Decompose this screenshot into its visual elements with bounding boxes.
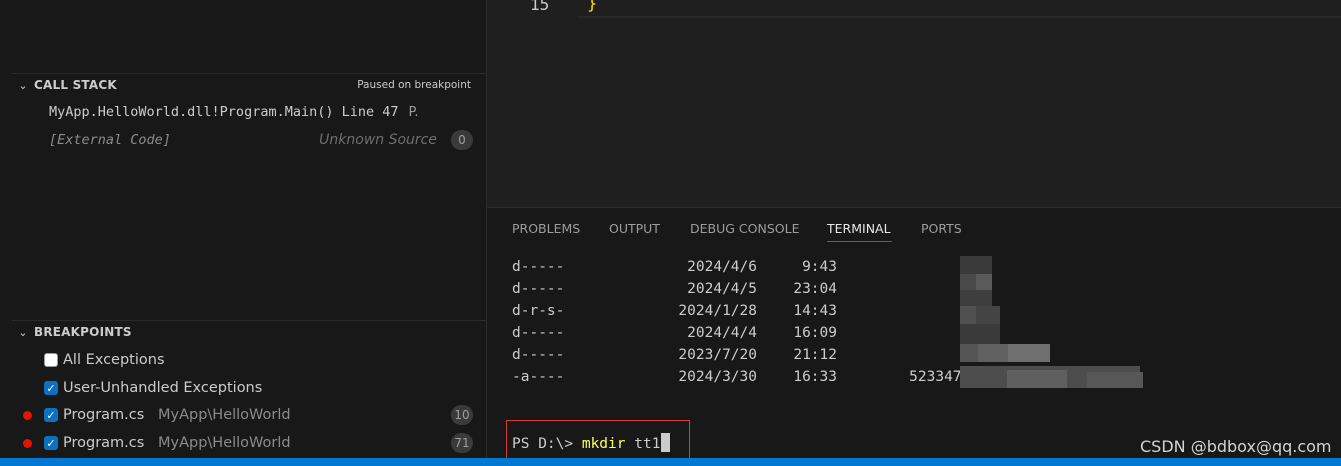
debug-sidebar: ⌄ CALL STACK Paused on breakpoint MyApp.… — [12, 0, 487, 458]
breakpoint-label: User-Unhandled Exceptions — [63, 380, 263, 396]
terminal-row: -a---- 2024/3/30 16:33 52334786 — [512, 369, 979, 385]
chevron-down-icon: ⌄ — [18, 78, 28, 92]
terminal-prompt-line[interactable]: PS D:\> mkdir tt1 — [512, 433, 671, 452]
prompt-path: PS D:\> — [512, 436, 574, 452]
terminal-row: d----- 2024/4/4 16:09 — [512, 325, 837, 341]
breakpoint-line-badge: 71 — [451, 433, 473, 453]
breakpoint-dot-icon — [23, 410, 32, 420]
current-line-highlight — [577, 16, 1341, 18]
panel-tabs: PROBLEMS OUTPUT DEBUG CONSOLE TERMINAL P… — [487, 208, 1341, 244]
tab-ports[interactable]: PORTS — [921, 221, 962, 236]
breakpoint-file: Program.cs — [63, 407, 145, 423]
checkbox-checked-icon[interactable]: ✓ — [44, 436, 58, 450]
call-stack-title: CALL STACK — [34, 78, 117, 92]
tab-output[interactable]: OUTPUT — [609, 221, 660, 236]
stack-frame-name: [External Code] — [49, 132, 171, 148]
breakpoint-all-exceptions[interactable]: All Exceptions — [12, 347, 486, 373]
tab-debug-console[interactable]: DEBUG CONSOLE — [690, 221, 799, 236]
active-tab-indicator — [827, 241, 892, 242]
terminal-row: d----- 2024/4/5 23:04 — [512, 281, 837, 297]
frame-count-badge: 0 — [451, 130, 473, 150]
text-cursor — [661, 433, 671, 452]
stack-frame-external[interactable]: [External Code] Unknown Source 0 — [49, 128, 473, 152]
tab-problems[interactable]: PROBLEMS — [512, 221, 580, 236]
breakpoint-file: Program.cs — [63, 435, 145, 451]
chevron-down-icon: ⌄ — [18, 325, 28, 339]
terminal-row: d-r-s- 2024/1/28 14:43 — [512, 303, 837, 319]
breakpoints-title: BREAKPOINTS — [34, 325, 132, 339]
command-name: mkdir — [581, 436, 626, 452]
line-number: 15 — [530, 0, 550, 14]
terminal-row: d----- 2024/4/6 9:43 — [512, 259, 837, 275]
checkbox-checked-icon[interactable]: ✓ — [44, 408, 58, 422]
breakpoints-header[interactable]: ⌄ BREAKPOINTS — [12, 320, 486, 343]
stack-frame[interactable]: MyApp.HelloWorld.dll!Program.Main() Line… — [49, 100, 473, 124]
code-line: } — [587, 0, 598, 14]
breakpoint-line-badge: 10 — [451, 405, 473, 425]
breakpoint-program-1[interactable]: ✓ Program.cs MyApp\HelloWorld 10 — [12, 402, 486, 428]
breakpoint-path: MyApp\HelloWorld — [158, 435, 291, 451]
code-editor[interactable]: 15 } — [487, 0, 1341, 207]
call-stack-header[interactable]: ⌄ CALL STACK Paused on breakpoint — [12, 73, 486, 96]
stack-frame-source: Unknown Source — [319, 132, 437, 148]
breakpoint-user-unhandled[interactable]: ✓ User-Unhandled Exceptions — [12, 375, 486, 401]
status-bar — [0, 458, 1341, 466]
tab-terminal[interactable]: TERMINAL — [827, 221, 891, 236]
stack-frame-name: MyApp.HelloWorld.dll!Program.Main() Line… — [49, 104, 399, 120]
command-argument: tt1 — [634, 436, 661, 452]
terminal-row: d----- 2023/7/20 21:12 — [512, 347, 837, 363]
paused-status: Paused on breakpoint — [357, 79, 471, 91]
watermark: CSDN @bdbox@qq.com — [1140, 437, 1332, 456]
breakpoint-dot-icon — [23, 438, 32, 448]
stack-frame-source: P. — [408, 104, 419, 120]
breakpoint-label: All Exceptions — [63, 352, 165, 368]
checkbox-checked-icon[interactable]: ✓ — [44, 381, 58, 395]
bottom-panel: PROBLEMS OUTPUT DEBUG CONSOLE TERMINAL P… — [487, 207, 1341, 461]
breakpoint-path: MyApp\HelloWorld — [158, 407, 291, 423]
breakpoint-program-2[interactable]: ✓ Program.cs MyApp\HelloWorld 71 — [12, 430, 486, 456]
checkbox[interactable] — [44, 353, 58, 367]
